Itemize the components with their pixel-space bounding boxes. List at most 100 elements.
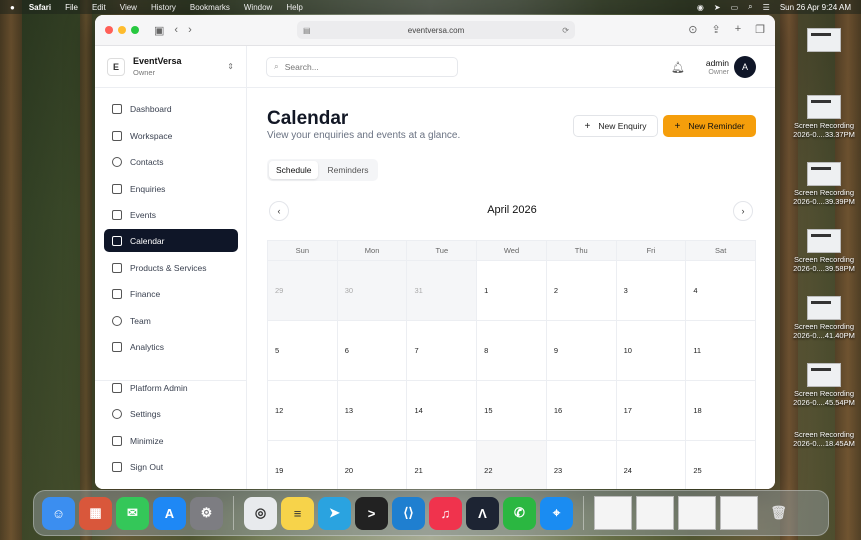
reload-icon[interactable]: ⟳: [562, 26, 569, 35]
desktop-file[interactable]: Screen Recording 2026-0....41.40PM: [789, 296, 859, 340]
tab-overview-icon[interactable]: ❐: [755, 23, 765, 36]
recent-window-thumbnail[interactable]: [678, 496, 716, 530]
sidebar-item-enquiries[interactable]: Enquiries: [104, 177, 238, 200]
menu-help[interactable]: Help: [286, 3, 302, 12]
share-icon[interactable]: ⇪: [711, 23, 720, 36]
sidebar-item-events[interactable]: Events: [104, 203, 238, 226]
menu-edit[interactable]: Edit: [92, 3, 106, 12]
desktop-file[interactable]: [789, 28, 859, 54]
day-cell[interactable]: 10: [617, 321, 687, 380]
day-cell[interactable]: 5: [268, 321, 338, 380]
menu-app-name[interactable]: Safari: [29, 3, 51, 12]
org-switcher[interactable]: E EventVersa Owner ⇕: [95, 46, 246, 88]
sidebar-item-team[interactable]: Team: [104, 309, 238, 332]
day-cell[interactable]: 14: [407, 381, 478, 440]
vscode-icon[interactable]: ⟨⟩: [392, 496, 425, 530]
day-cell[interactable]: 8: [477, 321, 547, 380]
menu-file[interactable]: File: [65, 3, 78, 12]
close-window-button[interactable]: [105, 26, 113, 34]
battery-icon[interactable]: ▭: [731, 3, 739, 12]
avatar[interactable]: A: [734, 56, 756, 78]
chrome-icon[interactable]: ◎: [244, 496, 277, 530]
day-cell[interactable]: 4: [686, 261, 755, 320]
bell-icon[interactable]: 🔔︎: [671, 61, 685, 74]
apple-icon[interactable]: ●: [10, 3, 15, 12]
menu-datetime[interactable]: Sun 26 Apr 9:24 AM: [780, 3, 851, 12]
launchpad-icon[interactable]: ▦: [79, 496, 112, 530]
menu-history[interactable]: History: [151, 3, 176, 12]
day-cell[interactable]: 2: [547, 261, 617, 320]
record-icon[interactable]: ◉: [697, 3, 704, 12]
tab-schedule[interactable]: Schedule: [269, 161, 319, 179]
whatsapp-icon[interactable]: ✆: [503, 496, 536, 530]
music-icon[interactable]: ♫: [429, 496, 462, 530]
search-box[interactable]: ⌕: [266, 56, 458, 77]
sidebar-item-workspace[interactable]: Workspace: [104, 124, 238, 147]
sidebar-item-contacts[interactable]: Contacts: [104, 150, 238, 173]
menu-view[interactable]: View: [120, 3, 137, 12]
day-cell[interactable]: 12: [268, 381, 338, 440]
new-tab-icon[interactable]: +: [735, 23, 741, 36]
desktop-file[interactable]: Screen Recording 2026-0....39.39PM: [789, 162, 859, 206]
recent-document-thumbnail[interactable]: [594, 496, 632, 530]
day-cell[interactable]: 11: [686, 321, 755, 380]
day-cell[interactable]: 24: [617, 441, 687, 489]
control-center-icon[interactable]: ☰: [763, 3, 770, 12]
desktop-file[interactable]: Screen Recording 2026-0....39.58PM: [789, 229, 859, 273]
day-cell[interactable]: 7: [407, 321, 478, 380]
terminal-icon[interactable]: >: [355, 496, 388, 530]
menu-window[interactable]: Window: [244, 3, 272, 12]
sidebar-item-platform-admin[interactable]: Platform Admin: [104, 376, 238, 399]
day-cell[interactable]: 22: [477, 441, 547, 489]
desktop-file[interactable]: Screen Recording 2026-0....33.37PM: [789, 95, 859, 139]
system-settings-icon[interactable]: ⚙: [190, 496, 223, 530]
sidebar-item-products-services[interactable]: Products & Services: [104, 256, 238, 279]
user-info[interactable]: admin Owner: [697, 58, 729, 78]
recent-window-thumbnail[interactable]: [720, 496, 758, 530]
day-cell[interactable]: 23: [547, 441, 617, 489]
finder-icon[interactable]: ☺: [42, 496, 75, 530]
search-icon[interactable]: ⌕: [748, 2, 752, 12]
day-cell[interactable]: 16: [547, 381, 617, 440]
safari-icon[interactable]: ⌖: [540, 496, 573, 530]
zoom-window-button[interactable]: [131, 26, 139, 34]
menu-bookmarks[interactable]: Bookmarks: [190, 3, 230, 12]
new-reminder-button[interactable]: + New Reminder: [663, 115, 756, 137]
sidebar-item-settings[interactable]: Settings: [104, 402, 238, 425]
prev-month-button[interactable]: ‹: [269, 201, 289, 221]
sidebar-item-minimize[interactable]: Minimize: [104, 429, 238, 452]
desktop-file[interactable]: Screen Recording 2026-0....18.45AM: [789, 430, 859, 480]
telegram-icon[interactable]: ➤: [318, 496, 351, 530]
day-cell[interactable]: 1: [477, 261, 547, 320]
notes-icon[interactable]: ≡: [281, 496, 314, 530]
day-cell[interactable]: 21: [407, 441, 478, 489]
messages-icon[interactable]: ✉: [116, 496, 149, 530]
day-cell[interactable]: 19: [268, 441, 338, 489]
day-cell[interactable]: 30: [337, 261, 408, 320]
back-icon[interactable]: ‹: [174, 24, 178, 36]
new-enquiry-button[interactable]: + New Enquiry: [573, 115, 658, 137]
search-input[interactable]: [284, 61, 435, 72]
desktop-file[interactable]: Screen Recording 2026-0....45.54PM: [789, 363, 859, 407]
sidebar-toggle-icon[interactable]: ▣: [154, 24, 164, 37]
sidebar-item-dashboard[interactable]: Dashboard: [104, 97, 238, 120]
day-cell[interactable]: 25: [686, 441, 755, 489]
sidebar-item-analytics[interactable]: Analytics: [104, 335, 238, 358]
day-cell[interactable]: 31: [407, 261, 478, 320]
telegram-status-icon[interactable]: ➤: [714, 3, 721, 12]
sidebar-item-finance[interactable]: Finance: [104, 282, 238, 305]
download-icon[interactable]: ⊙: [688, 23, 697, 36]
day-cell[interactable]: 17: [617, 381, 687, 440]
day-cell[interactable]: 3: [617, 261, 687, 320]
day-cell[interactable]: 9: [547, 321, 617, 380]
forward-icon[interactable]: ›: [188, 24, 192, 36]
address-bar[interactable]: ▤ eventversa.com ⟳: [297, 21, 575, 39]
arc-icon[interactable]: Λ: [466, 496, 499, 530]
day-cell[interactable]: 18: [686, 381, 755, 440]
minimize-window-button[interactable]: [118, 26, 126, 34]
day-cell[interactable]: 20: [338, 441, 408, 489]
sidebar-item-calendar[interactable]: Calendar: [104, 229, 238, 252]
page-menu-icon[interactable]: ▤: [303, 26, 311, 35]
recent-window-thumbnail[interactable]: [636, 496, 674, 530]
tab-reminders[interactable]: Reminders: [320, 161, 375, 179]
